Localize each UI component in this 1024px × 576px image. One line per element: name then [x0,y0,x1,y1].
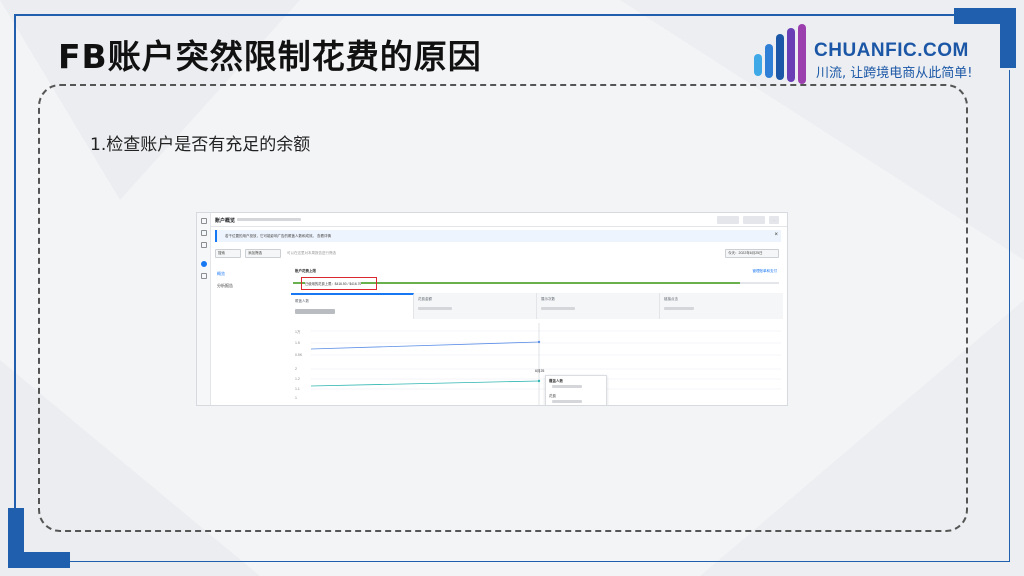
chart-icon[interactable] [201,242,207,248]
left-nav-rail [197,213,211,405]
hover-date-label: 6月25 [535,369,545,373]
brand-logo: CHUANFIC.COM 川流, 让跨境电商从此简单! [752,24,992,84]
date-range-picker[interactable]: 今天：2022年6月25日 [725,249,779,258]
header-button-1[interactable] [717,216,739,224]
add-filter-button[interactable]: 添加筛选 [245,249,281,258]
brand-name: CHUANFIC.COM [814,40,969,61]
home-icon[interactable] [201,218,207,224]
frame-bottom-line [70,560,1010,562]
spend-value-blurred [418,307,452,310]
tab-reach-label: 覆盖人数 [295,299,309,303]
metric-tabs: 覆盖人数 花费金额 展示次数 链接点击 [291,293,783,319]
impressions-value-blurred [541,307,575,310]
chart-tooltip: 覆盖人数 花费 [545,375,607,405]
account-overview-icon[interactable] [201,261,207,267]
grid-icon[interactable] [201,230,207,236]
account-name-blurred [237,218,301,221]
y-tick-bottom-1: 1.2 [295,377,300,381]
spend-series-point [537,379,541,383]
notice-text: 若干位置的用户投放，它可能影响广告的覆盖人数和成效。 查看详情 [225,234,331,238]
y-tick-top-0: 1万 [295,330,301,334]
tooltip-value-blurred [552,385,582,388]
table-icon[interactable] [201,273,207,279]
tab-link-clicks[interactable]: 链接点击 [660,293,783,319]
close-icon[interactable]: × [774,232,778,238]
search-input[interactable]: 可以在这里对本周报告进行筛选 [287,251,336,256]
slide-title: FB账户突然限制花费的原因 [58,37,482,76]
tab-reach[interactable]: 覆盖人数 [291,293,414,319]
bullet-point: 1.检查账户是否有充足的余额 [90,135,311,155]
tooltip-subtitle: 花费 [549,394,556,398]
frame-left-line [14,14,16,514]
budget-link[interactable]: 管理账单和支付 [753,269,778,274]
frame-top-line [14,14,954,16]
y-tick-top-2: 0.5K [295,353,303,357]
metric-line-chart: 1万 1.5 0.5K 2 1.2 1.1 1 [295,323,781,405]
tab-impressions[interactable]: 展示次数 [537,293,660,319]
frame-right-line [1008,70,1010,562]
bar-logo-icon [754,24,806,84]
spend-series-line [310,380,540,387]
clicks-value-blurred [664,307,694,310]
overview-title: 账户概览 [215,218,236,224]
y-tick-bottom-3: 1 [295,396,297,400]
reach-value-blurred [295,309,335,314]
tab-spend[interactable]: 花费金额 [414,293,537,319]
header-button-2[interactable] [743,216,765,224]
tab-impressions-label: 展示次数 [541,297,555,301]
filter-toolbar: 搜索 添加筛选 可以在这里对本周报告进行筛选 今天：2022年6月25日 [215,249,781,258]
subnav-reports[interactable]: 分析报告 [217,283,233,289]
tooltip-value2-blurred [552,400,582,403]
brand-slogan: 川流, 让跨境电商从此简单! [816,66,973,81]
ads-manager-screenshot: 账户概览 … 若干位置的用户投放，它可能影响广告的覆盖人数和成效。 查看详情 ×… [196,212,788,406]
tab-link-clicks-label: 链接点击 [664,297,678,301]
search-button[interactable]: 搜索 [215,249,241,258]
tab-spend-label: 花费金额 [418,297,432,301]
tooltip-title: 覆盖人数 [549,379,563,383]
reach-series-point [537,340,541,344]
subnav-overview[interactable]: 概览 [217,271,225,277]
y-tick-top-1: 1.5 [295,341,300,345]
y-tick-bottom-0: 2 [295,367,297,371]
info-notice: 若干位置的用户投放，它可能影响广告的覆盖人数和成效。 查看详情 × [215,230,781,242]
budget-used-text: 已使用的花费上限：$416.50 / $416.70 [305,281,362,286]
more-button[interactable]: … [769,216,779,224]
y-tick-bottom-2: 1.1 [295,387,300,391]
budget-label: 账户花费上限 [295,269,316,273]
screenshot-header: 账户概览 … [211,213,787,227]
